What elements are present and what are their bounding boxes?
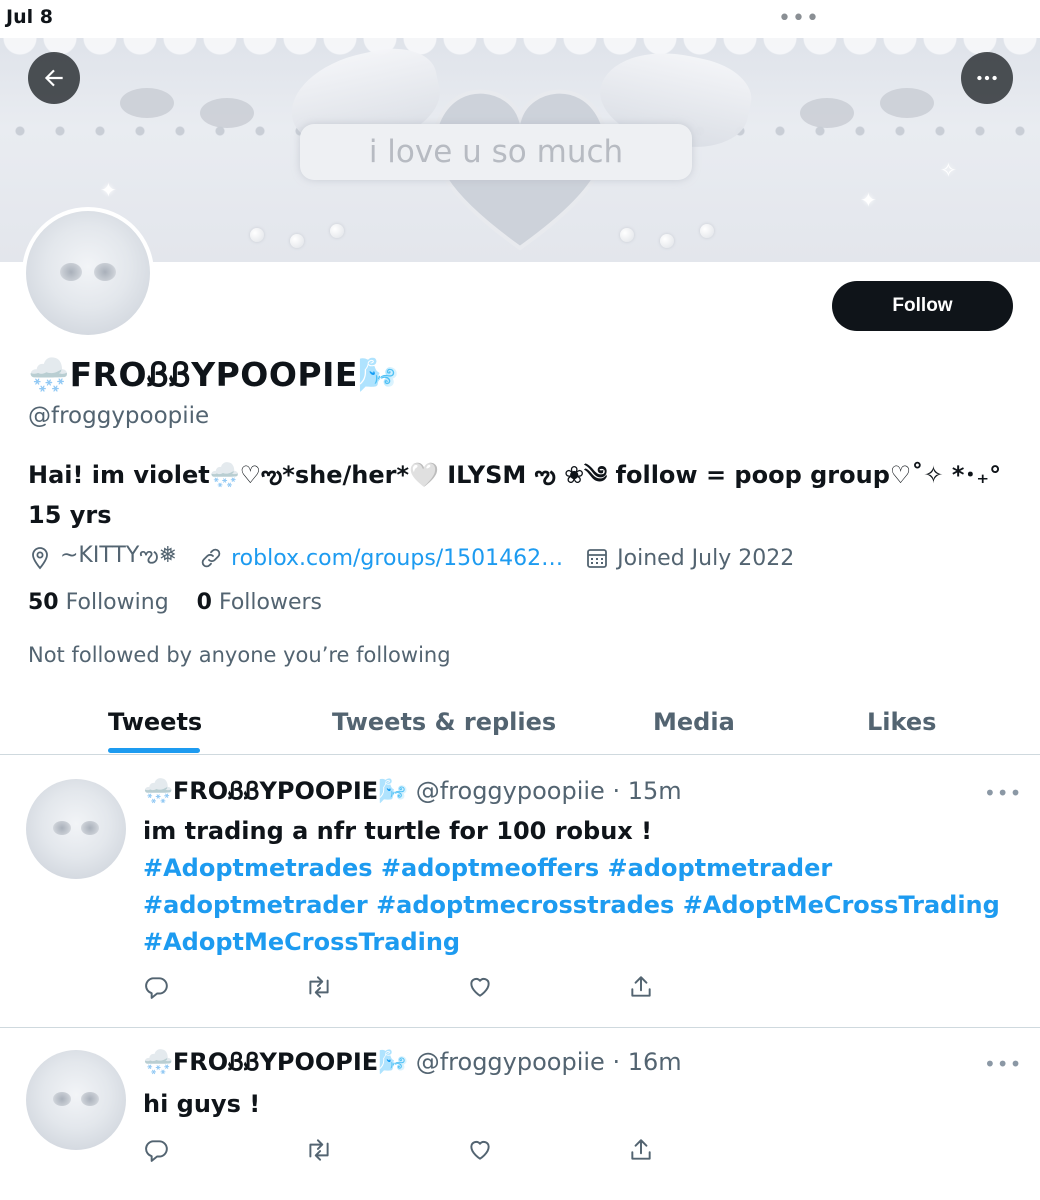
tweet-author-name[interactable]: 🌨️FROᏰᏰYPOOPIE🌬️ (143, 777, 408, 805)
link-icon (201, 548, 221, 568)
pearl-decoration (290, 234, 304, 248)
tweet-text: im trading a nfr turtle for 100 robux ! … (143, 813, 1023, 961)
banner-caption: i love u so much (300, 124, 692, 180)
more-options-button[interactable] (961, 52, 1013, 104)
avatar-eye (94, 263, 116, 281)
following-link[interactable]: 50 Following (28, 590, 169, 615)
tweet-actions (143, 1137, 663, 1167)
reply-icon[interactable] (143, 974, 169, 1000)
reply-icon[interactable] (143, 1137, 169, 1163)
multitasking-dots-icon[interactable]: ••• (778, 6, 820, 31)
tweet-header: 🌨️FROᏰᏰYPOOPIE🌬️ @froggypoopiie · 16m (143, 1048, 682, 1076)
tweet-item[interactable]: 🌨️FROᏰᏰYPOOPIE🌬️ @froggypoopiie · 16m ••… (0, 1028, 1040, 1200)
joined-text: Joined July 2022 (617, 545, 795, 571)
back-button[interactable] (28, 52, 80, 104)
tab-media[interactable]: Media (653, 690, 735, 754)
following-label: Following (65, 590, 169, 615)
tweet-actions (143, 974, 663, 1004)
tab-tweets[interactable]: Tweets (108, 690, 202, 754)
follow-button[interactable]: Follow (832, 281, 1013, 331)
avatar-eye (81, 821, 99, 835)
location-text: ~KITTYఌ❅ (60, 543, 178, 568)
share-icon[interactable] (628, 1137, 654, 1163)
user-handle: @froggypoopiie (28, 403, 210, 429)
profile-avatar[interactable] (22, 207, 154, 339)
bio-line: Hai! im violet🌨️♡ఌ*she/her*🤍 ILYSM ఌ ❀༄ … (28, 461, 1002, 489)
share-icon[interactable] (628, 974, 654, 1000)
avatar-image (26, 1050, 126, 1150)
pearl-decoration (620, 228, 634, 242)
display-name: 🌨️FROᏰᏰYPOOPIE🌬️ (28, 355, 400, 394)
tweet-hashtags[interactable]: #Adoptmetrades #adoptmeoffers #adoptmetr… (143, 850, 1023, 887)
profile-tabs: Tweets Tweets & replies Media Likes (0, 690, 1040, 755)
tweet-timestamp[interactable]: · 16m (612, 1048, 681, 1076)
avatar-image (26, 779, 126, 879)
profile-banner[interactable]: i love u so much ✦ ✦ ✧ (0, 38, 1040, 262)
tweet-more-icon[interactable]: ••• (984, 781, 1022, 805)
more-icon (977, 75, 997, 81)
calendar-icon (587, 549, 608, 568)
location-item: ~KITTYఌ❅ (28, 543, 177, 573)
pearl-decoration (330, 224, 344, 238)
followers-label: Followers (218, 590, 323, 615)
followers-link[interactable]: 0 Followers (197, 590, 322, 615)
tab-tweets-replies[interactable]: Tweets & replies (332, 690, 556, 754)
active-tab-indicator (108, 748, 200, 753)
pearl-decoration (700, 224, 714, 238)
follow-counts: 50 Following 0 Followers (28, 590, 322, 615)
tweet-hashtags[interactable]: #adoptmetrader #adoptmecrosstrades #Adop… (143, 887, 1023, 924)
like-icon[interactable] (467, 1137, 493, 1163)
bow-decoration (880, 88, 934, 118)
bow-decoration (120, 88, 174, 118)
avatar-eye (81, 1092, 99, 1106)
tweet-timestamp[interactable]: · 15m (612, 777, 681, 805)
website-link[interactable]: roblox.com/groups/1501462… (231, 546, 563, 571)
profile-bio: Hai! im violet🌨️♡ఌ*she/her*🤍 ILYSM ఌ ❀༄ … (28, 455, 1018, 535)
avatar-image (26, 211, 150, 335)
retweet-icon[interactable] (305, 1137, 333, 1163)
followers-count: 0 (196, 590, 212, 615)
tweet-author-handle[interactable]: @froggypoopiie (416, 777, 605, 805)
location-icon (32, 547, 48, 570)
sparkle-decoration: ✦ (860, 188, 877, 212)
like-icon[interactable] (467, 974, 493, 1000)
tab-likes[interactable]: Likes (867, 690, 936, 754)
retweet-icon[interactable] (305, 974, 333, 1000)
avatar-eye (53, 1092, 71, 1106)
sparkle-decoration: ✧ (940, 158, 957, 182)
pearl-decoration (250, 228, 264, 242)
tweet-avatar[interactable] (26, 1050, 126, 1150)
avatar-eye (60, 263, 82, 281)
bio-line: 15 yrs (28, 501, 112, 529)
bow-decoration (200, 98, 254, 128)
tweet-more-icon[interactable]: ••• (984, 1052, 1022, 1076)
tweet-hashtags[interactable]: #AdoptMeCrossTrading (143, 924, 1023, 961)
bow-decoration (800, 98, 854, 128)
back-arrow-icon (44, 69, 63, 87)
tweet-item[interactable]: 🌨️FROᏰᏰYPOOPIE🌬️ @froggypoopiie · 15m ••… (0, 755, 1040, 1027)
profile-meta: ~KITTYఌ❅ roblox.com/groups/1501462… Join… (28, 540, 816, 576)
lace-decoration (0, 38, 1040, 68)
sparkle-decoration: ✦ (100, 178, 117, 202)
joined-item: Joined July 2022 (585, 546, 794, 571)
following-count: 50 (28, 590, 59, 615)
tweet-text: hi guys ! (143, 1086, 1023, 1123)
tweet-avatar[interactable] (26, 779, 126, 879)
avatar-eye (53, 821, 71, 835)
tweet-author-handle[interactable]: @froggypoopiie (416, 1048, 605, 1076)
followed-by-note: Not followed by anyone you’re following (28, 643, 451, 667)
status-time: Jul 8 (6, 6, 53, 28)
tweet-body: hi guys ! (143, 1090, 261, 1118)
website-item[interactable]: roblox.com/groups/1501462… (199, 546, 563, 571)
tweet-header: 🌨️FROᏰᏰYPOOPIE🌬️ @froggypoopiie · 15m (143, 777, 682, 805)
tweet-body: im trading a nfr turtle for 100 robux ! (143, 817, 653, 845)
pearl-decoration (660, 234, 674, 248)
tweet-author-name[interactable]: 🌨️FROᏰᏰYPOOPIE🌬️ (143, 1048, 408, 1076)
